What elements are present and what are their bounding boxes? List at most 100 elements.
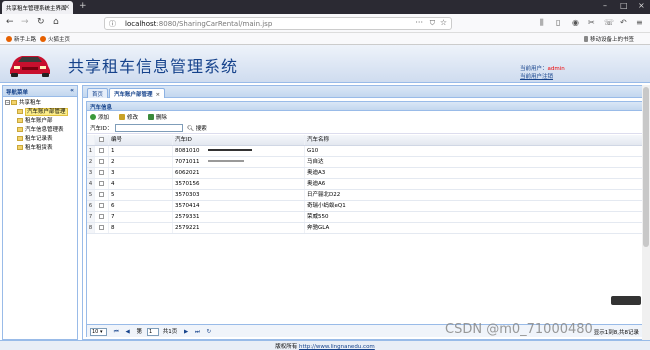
cell-car-name: 奔驰GLA bbox=[305, 223, 643, 233]
car-logo-icon bbox=[10, 56, 50, 77]
table-row[interactable]: 2 2 7071011 马自达 bbox=[87, 157, 643, 168]
url-text: localhost:8080/SharingCarRental/main.jsp bbox=[125, 20, 272, 28]
scrollbar-thumb[interactable] bbox=[643, 87, 649, 247]
close-window-icon[interactable]: × bbox=[638, 1, 645, 10]
cell-car-name: 日产骊北D22 bbox=[305, 190, 643, 200]
page-actions-icon[interactable]: ··· bbox=[415, 18, 423, 27]
forward-icon[interactable]: → bbox=[21, 17, 29, 27]
page-number-input[interactable]: 1 bbox=[146, 328, 159, 336]
cell-car-id: 3570414 bbox=[173, 201, 305, 211]
cell-number: 8 bbox=[109, 223, 173, 233]
minimize-icon[interactable]: – bbox=[603, 1, 607, 10]
cell-car-id: 8081010 bbox=[173, 146, 305, 156]
row-number: 8 bbox=[87, 223, 95, 233]
tab-label: 汽车账户部管理 bbox=[114, 92, 153, 98]
collapse-icon[interactable]: « bbox=[70, 87, 74, 94]
footer-link[interactable]: http://www.lingnanedu.com bbox=[299, 344, 375, 350]
bookmark-item[interactable]: 火狐主页 bbox=[40, 35, 70, 43]
refresh-icon[interactable]: ↻ bbox=[207, 329, 212, 335]
search-button[interactable]: 🔍︎ 搜索 bbox=[187, 124, 207, 132]
cell-number: 2 bbox=[109, 157, 173, 167]
tree-root[interactable]: − 共享租车 bbox=[5, 99, 77, 108]
last-page-icon[interactable]: ⏭ bbox=[195, 329, 200, 336]
first-page-icon[interactable]: ⏮ bbox=[114, 329, 119, 336]
row-checkbox[interactable] bbox=[95, 201, 109, 211]
library-icon[interactable]: ⫼ bbox=[540, 18, 544, 28]
row-checkbox[interactable] bbox=[95, 212, 109, 222]
tab-car-account[interactable]: 汽车账户部管理 × bbox=[109, 88, 166, 98]
table-row[interactable]: 4 4 3570156 奥迪A6 bbox=[87, 179, 643, 190]
page-size-select[interactable]: 10 ▾ bbox=[90, 328, 107, 336]
edit-icon bbox=[118, 114, 125, 120]
total-pages: 共1页 bbox=[162, 329, 178, 335]
table-row[interactable]: 8 8 2579221 奔驰GLA bbox=[87, 223, 643, 234]
select-all-checkbox[interactable] bbox=[95, 135, 109, 145]
add-button[interactable]: 添加 bbox=[90, 113, 109, 121]
home-icon[interactable]: ⌂ bbox=[53, 17, 59, 27]
toolbar: 添加 修改 删除 bbox=[87, 111, 643, 123]
row-checkbox[interactable] bbox=[95, 223, 109, 233]
row-checkbox[interactable] bbox=[95, 179, 109, 189]
sidebar-item-car-account[interactable]: 汽车账户部管理 bbox=[5, 108, 77, 117]
back-icon[interactable]: ← bbox=[6, 17, 14, 27]
undo-icon[interactable]: ↶ bbox=[620, 18, 627, 27]
column-header-number[interactable]: 编号 bbox=[109, 135, 173, 145]
page-scrollbar[interactable] bbox=[642, 85, 650, 340]
menu-icon[interactable]: ≡ bbox=[636, 18, 643, 27]
mobile-bookmarks[interactable]: 移动设备上的书签 bbox=[584, 35, 634, 43]
cell-car-id: 7071011 bbox=[173, 157, 305, 167]
shield-icon[interactable]: ⛉ bbox=[430, 19, 435, 28]
sidebar-item-car-info[interactable]: 汽车信息管理表 bbox=[5, 126, 77, 135]
tab-home[interactable]: 首页 bbox=[87, 88, 109, 98]
redaction-mark bbox=[207, 149, 252, 151]
row-checkbox[interactable] bbox=[95, 146, 109, 156]
row-checkbox[interactable] bbox=[95, 190, 109, 200]
browser-tab[interactable]: 共享租车管理系统主界面 × bbox=[2, 1, 73, 14]
account-icon[interactable]: ◉ bbox=[572, 18, 579, 27]
nav-tree: − 共享租车 汽车账户部管理 租车账户部 汽车信息管理表 租车记录表 租车租赁表 bbox=[3, 97, 77, 153]
row-number: 4 bbox=[87, 179, 95, 189]
address-bar[interactable]: ⓘ localhost:8080/SharingCarRental/main.j… bbox=[104, 17, 452, 30]
bookmark-item[interactable]: 新手上路 bbox=[6, 35, 36, 43]
prev-page-icon[interactable]: ◀ bbox=[125, 329, 129, 335]
car-id-search-input[interactable] bbox=[115, 124, 183, 132]
page-number-value: 1 bbox=[148, 329, 153, 335]
close-tab-icon[interactable]: × bbox=[64, 3, 70, 11]
row-number: 7 bbox=[87, 212, 95, 222]
new-tab-icon[interactable]: + bbox=[79, 1, 87, 11]
next-page-icon[interactable]: ▶ bbox=[184, 329, 188, 335]
bookmark-label: 新手上路 bbox=[14, 37, 37, 43]
url-path: :8080/SharingCarRental/main.jsp bbox=[156, 20, 273, 28]
row-number: 3 bbox=[87, 168, 95, 178]
reload-icon[interactable]: ↻ bbox=[37, 17, 45, 27]
table-row[interactable]: 7 7 2579331 荣威550 bbox=[87, 212, 643, 223]
app-title: 共享租车信息管理系统 bbox=[68, 57, 239, 76]
sidebar-item-label: 租车记录表 bbox=[25, 136, 53, 142]
delete-button[interactable]: 删除 bbox=[147, 113, 167, 121]
table-row[interactable]: 3 3 6062021 奥迪A3 bbox=[87, 168, 643, 179]
minus-icon[interactable]: − bbox=[5, 100, 10, 105]
row-checkbox[interactable] bbox=[95, 168, 109, 178]
user-label: 当前用户： bbox=[520, 66, 548, 72]
maximize-icon[interactable]: □ bbox=[620, 1, 628, 10]
column-header-car-name[interactable]: 汽车名称 bbox=[305, 135, 643, 145]
column-header-car-id[interactable]: 汽车ID bbox=[173, 135, 305, 145]
edit-button[interactable]: 修改 bbox=[118, 113, 138, 121]
table-row[interactable]: 5 5 3570303 日产骊北D22 bbox=[87, 190, 643, 201]
info-icon[interactable]: ⓘ bbox=[109, 19, 116, 29]
chat-icon[interactable]: ☏ bbox=[604, 18, 614, 27]
bookmark-star-icon[interactable]: ☆ bbox=[440, 18, 447, 27]
screenshot-icon[interactable]: ✂ bbox=[588, 18, 595, 27]
logout-link[interactable]: 当前用户注销 bbox=[520, 73, 565, 81]
row-checkbox[interactable] bbox=[95, 157, 109, 167]
table-row[interactable]: 6 6 3570414 奇瑞小蚂蚁eQ1 bbox=[87, 201, 643, 212]
sidebar-toggle-icon[interactable]: ▯ bbox=[556, 18, 560, 27]
user-name: admin bbox=[547, 66, 565, 72]
nav-sidebar: 导航菜单 « − 共享租车 汽车账户部管理 租车账户部 汽车信息管理表 租车记录表… bbox=[2, 85, 78, 340]
close-tab-icon[interactable]: × bbox=[156, 92, 161, 98]
sidebar-item-rental-record[interactable]: 租车记录表 bbox=[5, 135, 77, 144]
sidebar-item-rental-account[interactable]: 租车账户部 bbox=[5, 117, 77, 126]
sidebar-item-rental-lease[interactable]: 租车租赁表 bbox=[5, 144, 77, 153]
floating-widget[interactable] bbox=[611, 296, 641, 305]
table-row[interactable]: 1 1 8081010 G10 bbox=[87, 146, 643, 157]
